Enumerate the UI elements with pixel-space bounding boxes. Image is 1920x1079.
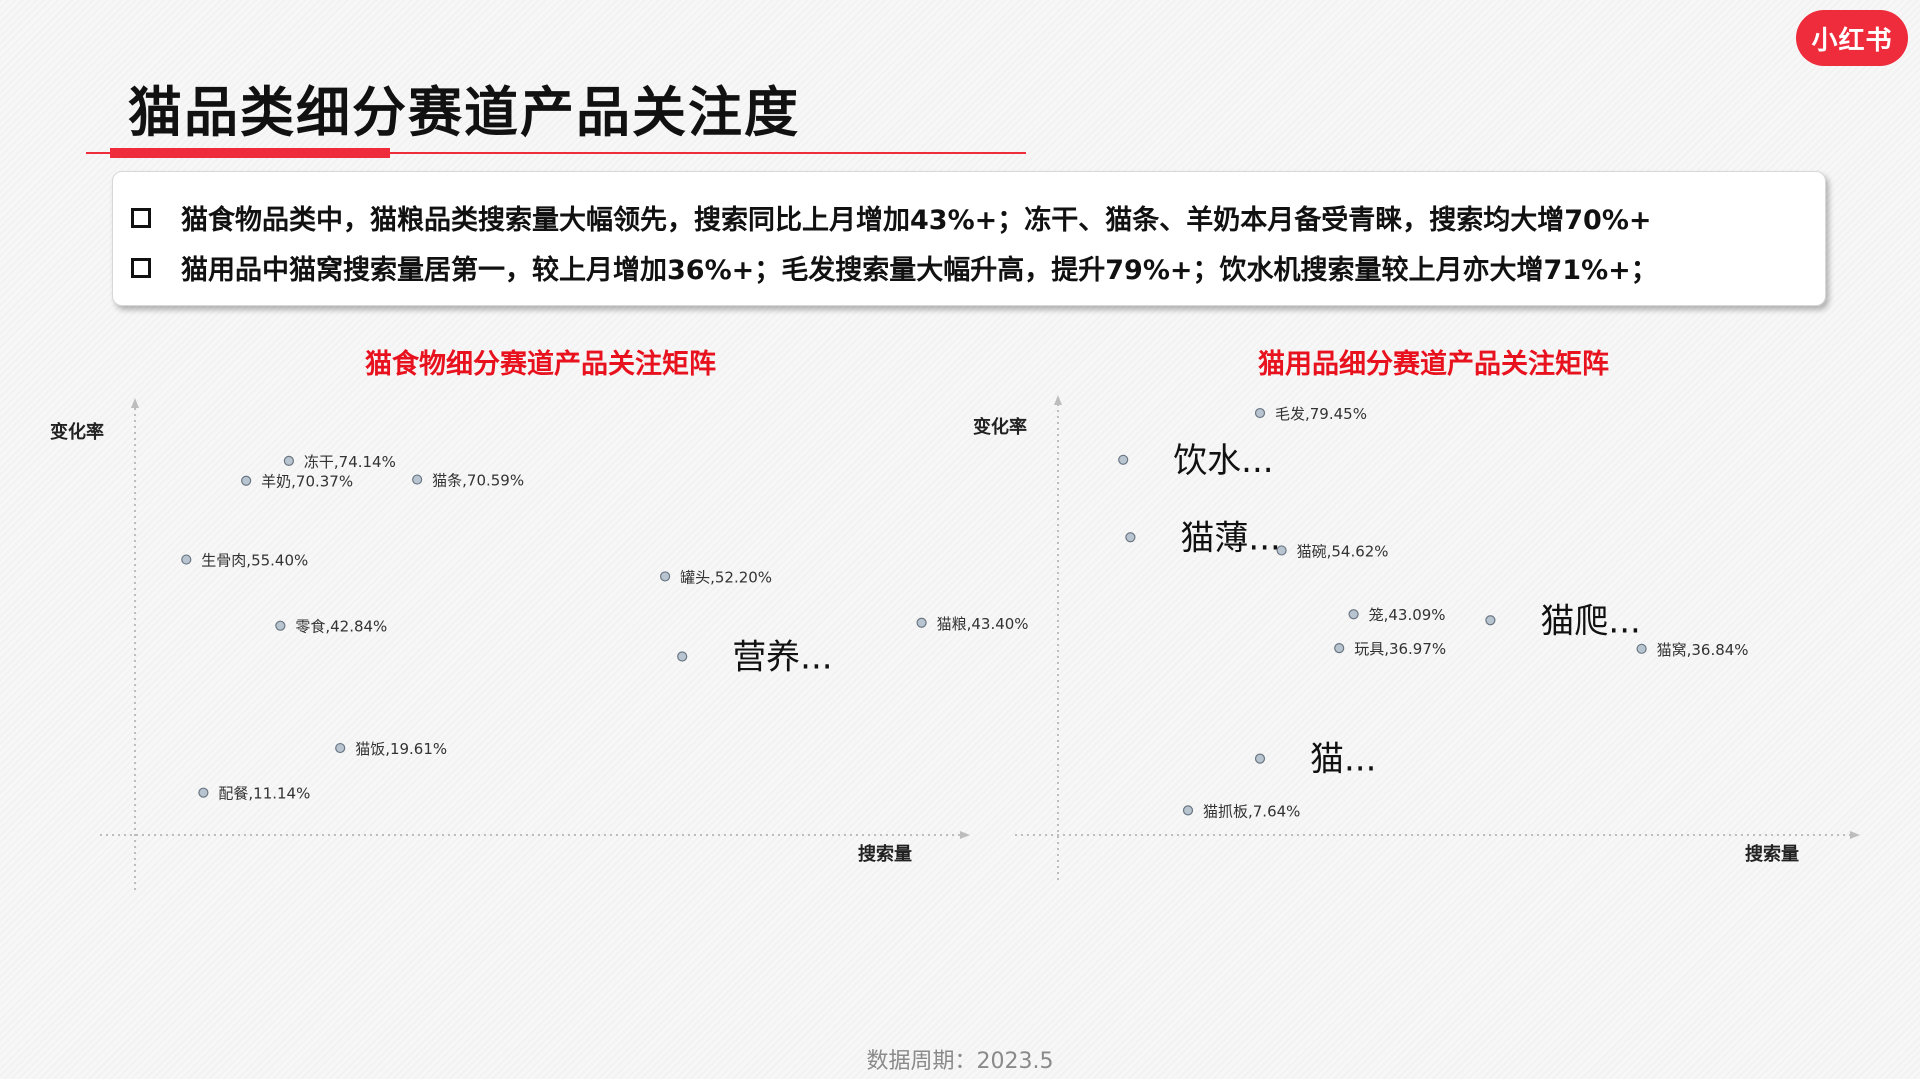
data-point	[1118, 454, 1129, 465]
data-label: 配餐,11.14%	[218, 785, 310, 803]
data-label: 猫...	[1310, 740, 1376, 780]
data-label: 毛发,79.45%	[1275, 405, 1367, 423]
data-label: 猫薄...	[1180, 518, 1280, 558]
data-point	[916, 617, 927, 628]
y-axis-arrow-icon	[131, 398, 139, 408]
data-period-footer: 数据周期：2023.5	[866, 1049, 1054, 1074]
data-label: 零食,42.84%	[295, 618, 387, 636]
data-label: 猫碗,54.62%	[1297, 542, 1389, 560]
data-point	[181, 554, 192, 565]
data-label: 冻干,74.14%	[304, 453, 396, 471]
data-label: 羊奶,70.37%	[261, 473, 353, 491]
data-label: 罐头,52.20%	[680, 568, 772, 586]
data-label: 猫抓板,7.64%	[1203, 802, 1300, 820]
data-point	[1334, 642, 1345, 654]
y-axis-label: 变化率	[973, 416, 1027, 438]
data-point	[275, 620, 286, 631]
y-axis-arrow-icon	[1054, 395, 1062, 405]
data-point	[335, 742, 346, 754]
data-label: 玩具,36.97%	[1354, 640, 1446, 658]
data-label: 猫粮,43.40%	[937, 615, 1029, 633]
data-point	[1485, 615, 1496, 626]
data-point	[412, 474, 423, 485]
data-label: 猫爬...	[1540, 601, 1640, 641]
data-point	[1276, 545, 1287, 556]
data-point	[659, 571, 671, 582]
data-label: 笼,43.09%	[1369, 606, 1446, 624]
data-label: 猫饭,19.61%	[355, 740, 447, 758]
data-label: 生骨肉,55.40%	[201, 552, 308, 570]
data-label: 猫窝,36.84%	[1657, 641, 1749, 659]
data-point	[1254, 407, 1266, 419]
data-point	[1125, 532, 1136, 543]
x-axis-arrow-icon	[1850, 831, 1860, 839]
data-point	[1182, 805, 1194, 816]
scatter-charts: 变化率搜索量 冻干,74.14% 羊奶,70.37% 猫条,70.59% 生骨肉,55.…	[50, 395, 1860, 890]
data-point	[1254, 753, 1266, 764]
data-point	[1348, 609, 1359, 620]
data-point	[241, 475, 252, 486]
y-axis-label: 变化率	[50, 421, 104, 443]
data-label: 饮水...	[1173, 441, 1273, 481]
x-axis-label: 搜索量	[858, 843, 912, 865]
data-point	[677, 651, 688, 662]
data-label: 猫条,70.59%	[432, 472, 524, 490]
x-axis-label: 搜索量	[1745, 843, 1799, 865]
x-axis-arrow-icon	[960, 831, 970, 839]
data-point	[198, 787, 209, 798]
data-label: 营养...	[732, 637, 832, 677]
data-point	[1636, 643, 1647, 654]
data-point	[283, 455, 294, 466]
